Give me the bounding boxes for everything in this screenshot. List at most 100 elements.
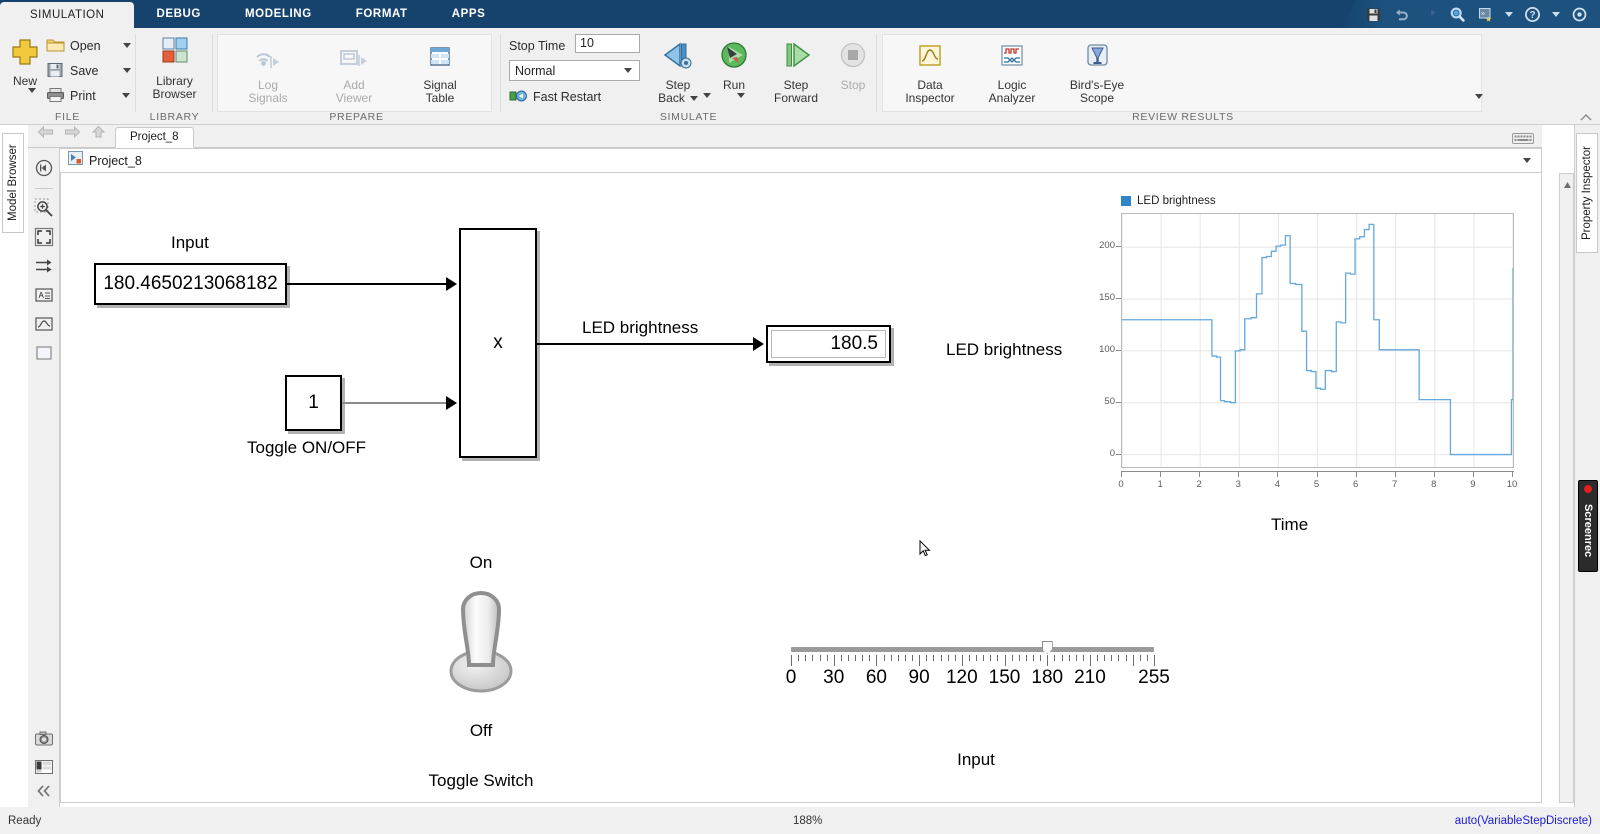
search-icon[interactable] xyxy=(1449,6,1466,23)
camera-icon[interactable] xyxy=(34,730,54,750)
slider-track[interactable] xyxy=(791,647,1154,652)
logic-analyzer-button[interactable]: Logic Analyzer xyxy=(977,42,1047,106)
scroll-up-arrow-icon[interactable] xyxy=(1563,176,1572,194)
collapse-rail-icon[interactable] xyxy=(34,783,54,803)
breadcrumb-caret[interactable] xyxy=(1523,158,1531,163)
fast-restart-toggle[interactable]: Fast Restart xyxy=(509,88,601,105)
navigate-back-icon[interactable] xyxy=(34,158,54,178)
empty-block-icon[interactable] xyxy=(34,343,54,363)
chart-xtick-label: 10 xyxy=(1506,479,1518,490)
new-button[interactable]: New xyxy=(3,36,47,93)
open-button[interactable]: Open xyxy=(46,37,131,54)
arrowhead xyxy=(753,337,764,351)
chart-xtick-label: 6 xyxy=(1352,479,1359,490)
product-block[interactable]: x xyxy=(459,228,537,458)
print-dropdown-caret[interactable] xyxy=(121,93,130,98)
step-forward-button[interactable]: Step Forward xyxy=(762,40,830,106)
ribbon-group-review-results: Data Inspector Logic Analyzer Bird's-Eye… xyxy=(877,28,1489,125)
scope-preview-icon[interactable] xyxy=(34,314,54,334)
tab-debug[interactable]: DEBUG xyxy=(134,0,223,28)
ribbon-expand-caret[interactable] xyxy=(1475,94,1483,99)
annotation-icon[interactable]: A xyxy=(34,285,54,305)
data-inspector-button[interactable]: Data Inspector xyxy=(895,42,965,106)
mouse-cursor xyxy=(919,540,931,557)
slider-minor-tick xyxy=(855,655,857,661)
step-back-dropdown-caret[interactable] xyxy=(689,96,698,102)
ribbon-group-simulate: Stop Time 10 Normal Fast Restart Step Ba… xyxy=(501,28,876,125)
run-dropdown-caret[interactable] xyxy=(737,93,745,98)
stop-time-label: Stop Time xyxy=(509,39,566,53)
legend-swatch xyxy=(1121,196,1131,206)
chevron-down-icon xyxy=(624,68,632,73)
fit-to-view-icon[interactable] xyxy=(34,227,54,247)
signal-table-button[interactable]: Signal Table xyxy=(405,42,475,106)
zoom-in-icon[interactable] xyxy=(34,198,54,218)
toggle-switch-widget[interactable]: On Off Toggle Switch xyxy=(391,553,571,790)
forward-arrow-icon[interactable] xyxy=(64,125,81,144)
save-dropdown-caret[interactable] xyxy=(122,68,131,73)
help-dropdown-caret[interactable] xyxy=(1552,11,1560,17)
breadcrumb-label: Project_8 xyxy=(89,153,142,168)
birds-eye-scope-button[interactable]: Bird's-Eye Scope xyxy=(1059,42,1135,106)
favorites-dropdown-caret[interactable] xyxy=(1505,11,1513,17)
layout-panels-icon[interactable] xyxy=(34,758,54,778)
signal-routing-icon[interactable] xyxy=(34,256,54,276)
toggle-lever-icon[interactable] xyxy=(391,579,571,699)
log-signals-button[interactable]: Log Signals xyxy=(233,42,303,106)
model-browser-dock-tab[interactable]: Model Browser xyxy=(2,133,24,233)
chart-xlabel: Time xyxy=(1271,515,1309,534)
input-value-block[interactable]: 180.4650213068182 xyxy=(94,263,287,305)
chart-ytick-label: 150 xyxy=(1099,292,1115,304)
breadcrumb: Project_8 xyxy=(60,148,1542,173)
log-signals-line1: Log xyxy=(257,77,279,92)
favorites-icon[interactable]: » xyxy=(1477,6,1494,23)
keyboard-icon[interactable] xyxy=(1512,131,1534,144)
new-dropdown-caret[interactable] xyxy=(28,88,36,93)
chart-xtick-label: 2 xyxy=(1196,479,1202,490)
tab-apps[interactable]: APPS xyxy=(430,0,508,28)
save-button[interactable]: Save xyxy=(46,62,131,79)
library-browser-button[interactable]: Library Browser xyxy=(137,36,212,102)
step-back-button[interactable]: Step Back xyxy=(649,40,707,106)
simulate-group-label: SIMULATE xyxy=(659,111,718,123)
canvas-vertical-scrollbar[interactable] xyxy=(1559,173,1574,803)
print-button[interactable]: Print xyxy=(46,87,130,104)
tab-format[interactable]: FORMAT xyxy=(334,0,430,28)
chart-xtick-mark xyxy=(1316,472,1318,477)
chart-xtick-label: 0 xyxy=(1118,479,1124,490)
add-viewer-button[interactable]: Add Viewer xyxy=(319,42,389,106)
ribbon-group-file: New Open Save Print FILE xyxy=(0,28,135,125)
up-arrow-icon[interactable] xyxy=(91,125,106,144)
display-block[interactable]: 180.5 xyxy=(766,325,891,363)
back-arrow-icon[interactable] xyxy=(37,125,54,144)
constant-block[interactable]: 1 xyxy=(285,375,342,431)
property-inspector-dock-tab[interactable]: Property Inspector xyxy=(1576,133,1598,253)
slider-minor-tick xyxy=(840,655,842,661)
data-inspector-line2: Inspector xyxy=(905,91,955,105)
chart-ytick-mark xyxy=(1116,298,1121,300)
screenrec-badge[interactable]: Screenrec xyxy=(1578,480,1598,572)
simulation-mode-select[interactable]: Normal xyxy=(509,60,640,81)
tab-modeling[interactable]: MODELING xyxy=(223,0,334,28)
input-slider-widget[interactable]: 0 30 60 90 120 150 180 210 255 Input xyxy=(776,635,1176,770)
slider-minor-tick xyxy=(904,655,906,661)
open-dropdown-caret[interactable] xyxy=(122,43,131,48)
slider-thumb[interactable] xyxy=(1041,641,1053,654)
stop-button: Stop xyxy=(832,40,874,92)
undo-icon[interactable] xyxy=(1393,6,1410,23)
model-tab-project8[interactable]: Project_8 xyxy=(115,127,194,148)
run-button[interactable]: Run xyxy=(710,40,758,98)
ribbon-collapse-icon[interactable] xyxy=(1580,110,1592,121)
status-solver[interactable]: auto(VariableStepDiscrete) xyxy=(1455,815,1592,827)
stop-time-input[interactable]: 10 xyxy=(575,34,640,53)
help-icon[interactable]: ? xyxy=(1524,6,1541,23)
svg-text:?: ? xyxy=(1529,10,1535,21)
scope-chart[interactable]: LED brightness LED brightness Time 0 50 10… xyxy=(946,195,1521,535)
status-zoom-level: 188% xyxy=(793,814,823,827)
arrowhead xyxy=(446,277,457,291)
model-canvas[interactable]: Input 180.4650213068182 1 Toggle ON/OFF … xyxy=(60,173,1542,803)
step-forward-line2: Forward xyxy=(773,91,818,105)
tab-simulation[interactable]: SIMULATION xyxy=(0,2,135,28)
save-icon[interactable] xyxy=(1365,6,1382,23)
gear-icon[interactable] xyxy=(1571,6,1588,23)
